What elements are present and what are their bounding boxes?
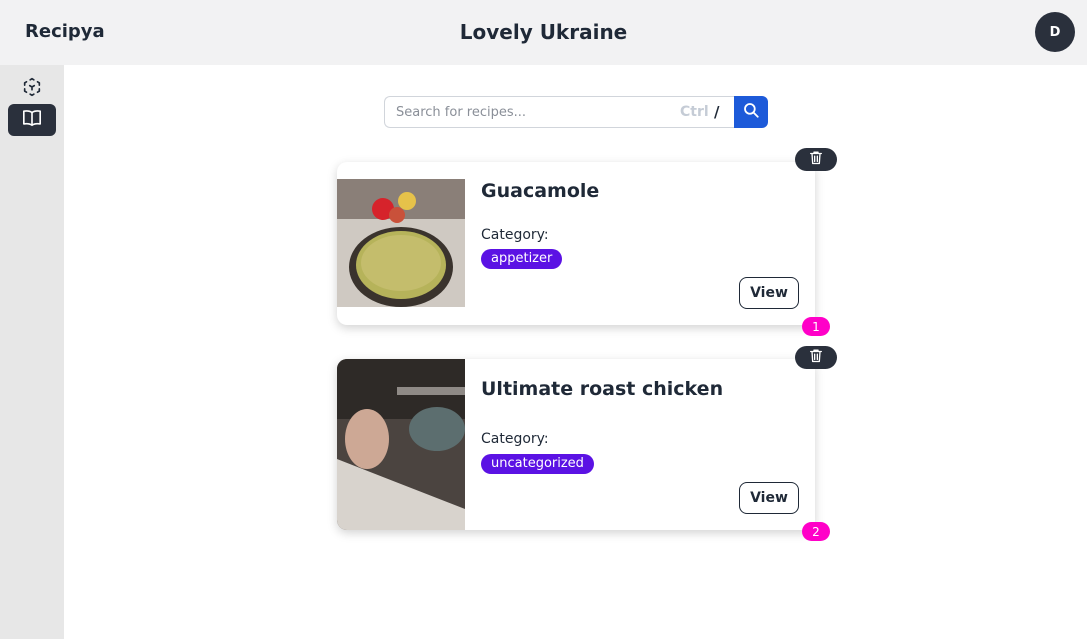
recipe-image [337, 359, 465, 530]
sidebar-item-recipes[interactable] [8, 104, 56, 136]
view-button[interactable]: View [739, 482, 799, 514]
search-box: Ctrl / [384, 96, 735, 128]
category-badge: appetizer [481, 249, 563, 269]
recipe-title: Guacamole [481, 180, 600, 202]
search-icon [742, 101, 760, 123]
book-open-icon [21, 108, 43, 132]
trash-icon [808, 149, 824, 170]
delete-button[interactable] [795, 346, 837, 369]
recipe-card: Guacamole Category: appetizer View [337, 162, 815, 325]
index-badge: 1 [802, 317, 830, 336]
trash-icon [808, 347, 824, 368]
view-button[interactable]: View [739, 277, 799, 309]
search-input[interactable] [396, 97, 676, 127]
search-bar: Ctrl / [384, 96, 768, 128]
shortcut-key-label: / [714, 103, 720, 121]
sidebar [0, 65, 64, 639]
category-badge: uncategorized [481, 454, 594, 474]
category-label: Category: [481, 227, 549, 243]
cube-icon [21, 76, 43, 102]
page-title: Lovely Ukraine [459, 20, 628, 44]
recipe-card: Ultimate roast chicken Category: uncateg… [337, 359, 815, 530]
avatar[interactable]: D [1035, 12, 1075, 52]
sidebar-item-cube[interactable] [8, 73, 56, 105]
delete-button[interactable] [795, 148, 837, 171]
top-bar: Recipya Lovely Ukraine D [0, 0, 1087, 65]
shortcut-ctrl-label: Ctrl [680, 104, 709, 120]
recipe-title: Ultimate roast chicken [481, 378, 724, 400]
search-button[interactable] [734, 96, 768, 128]
recipe-image [337, 179, 465, 307]
index-badge: 2 [802, 522, 830, 541]
category-label: Category: [481, 431, 549, 447]
